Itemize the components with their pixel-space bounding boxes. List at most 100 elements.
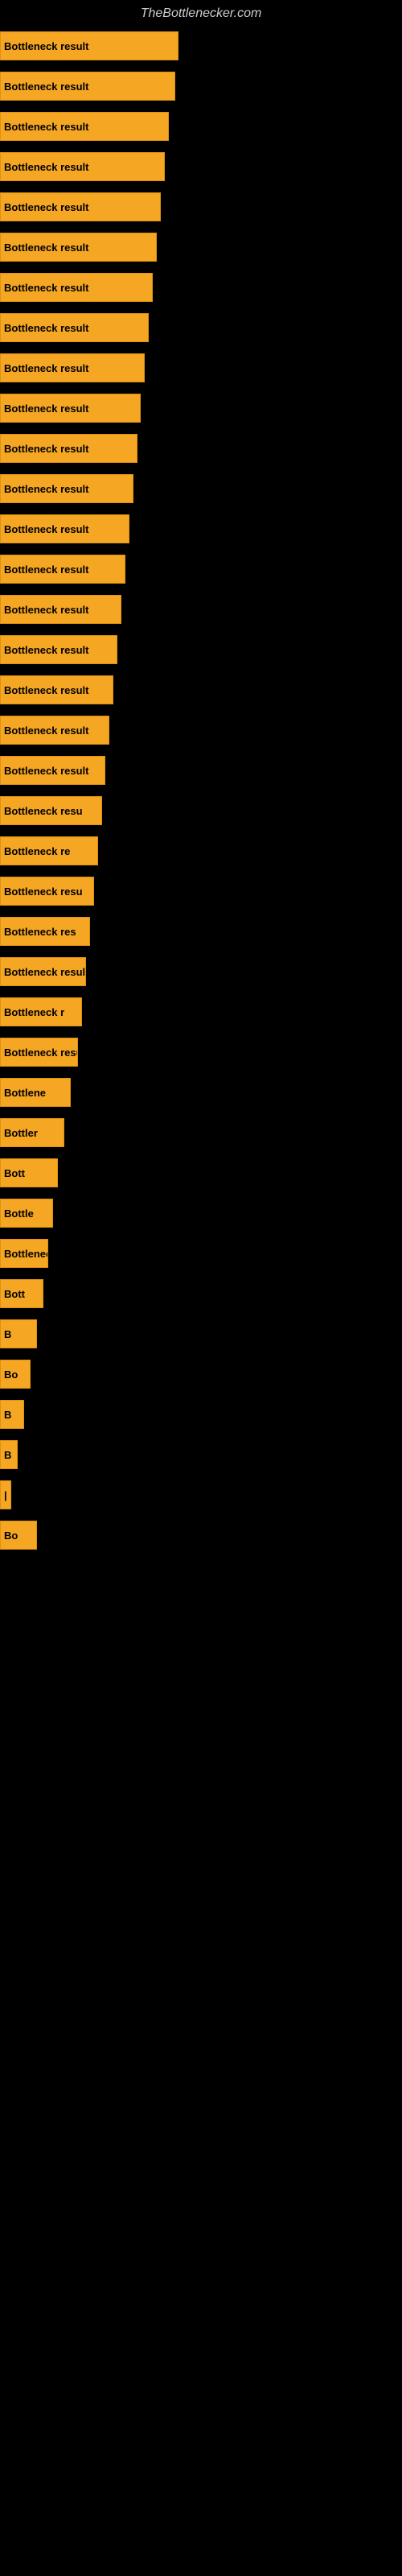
bottleneck-bar-7[interactable]: Bottleneck result <box>0 313 149 342</box>
bars-container: Bottleneck result Bottleneck result Bottle… <box>0 27 402 1554</box>
bar-label-11: Bottleneck result <box>4 483 88 495</box>
bar-label-22: Bottleneck res <box>4 926 76 938</box>
bottleneck-bar-31[interactable]: Bott <box>0 1279 43 1308</box>
bottleneck-bar-24[interactable]: Bottleneck r <box>0 997 82 1026</box>
bar-row-0: Bottleneck result <box>0 27 402 64</box>
bottleneck-bar-33[interactable]: Bo <box>0 1360 31 1389</box>
bar-label-37: Bo <box>4 1530 18 1542</box>
bar-row-37: Bo <box>0 1517 402 1554</box>
bar-label-10: Bottleneck result <box>4 443 88 455</box>
bar-label-21: Bottleneck resu <box>4 886 83 898</box>
bar-row-16: Bottleneck result <box>0 671 402 708</box>
bottleneck-bar-20[interactable]: Bottleneck re <box>0 836 98 865</box>
bar-label-19: Bottleneck resu <box>4 805 83 817</box>
bottleneck-bar-10[interactable]: Bottleneck result <box>0 434 137 463</box>
bottleneck-bar-36[interactable]: | <box>0 1480 11 1509</box>
bar-label-7: Bottleneck result <box>4 322 88 334</box>
bottleneck-bar-30[interactable]: Bottlenec <box>0 1239 48 1268</box>
bar-row-34: B <box>0 1396 402 1433</box>
bottleneck-bar-26[interactable]: Bottlene <box>0 1078 71 1107</box>
bar-label-29: Bottle <box>4 1208 34 1220</box>
bar-label-27: Bottler <box>4 1127 38 1139</box>
bar-label-9: Bottleneck result <box>4 402 88 415</box>
bar-row-1: Bottleneck result <box>0 68 402 105</box>
bar-row-30: Bottlenec <box>0 1235 402 1272</box>
bar-row-4: Bottleneck result <box>0 188 402 225</box>
bottleneck-bar-29[interactable]: Bottle <box>0 1199 53 1228</box>
bottleneck-bar-3[interactable]: Bottleneck result <box>0 152 165 181</box>
bar-label-15: Bottleneck result <box>4 644 88 656</box>
bottleneck-bar-22[interactable]: Bottleneck res <box>0 917 90 946</box>
bar-row-23: Bottleneck result <box>0 953 402 990</box>
bar-label-33: Bo <box>4 1368 18 1381</box>
bar-label-0: Bottleneck result <box>4 40 88 52</box>
bar-row-13: Bottleneck result <box>0 551 402 588</box>
bar-row-31: Bott <box>0 1275 402 1312</box>
bar-label-34: B <box>4 1409 11 1421</box>
bar-row-9: Bottleneck result <box>0 390 402 427</box>
bar-row-26: Bottlene <box>0 1074 402 1111</box>
bar-row-35: B <box>0 1436 402 1473</box>
bar-label-24: Bottleneck r <box>4 1006 64 1018</box>
bar-row-25: Bottleneck resu <box>0 1034 402 1071</box>
bar-row-2: Bottleneck result <box>0 108 402 145</box>
bar-row-21: Bottleneck resu <box>0 873 402 910</box>
bar-label-12: Bottleneck result <box>4 523 88 535</box>
bottleneck-bar-18[interactable]: Bottleneck result <box>0 756 105 785</box>
bar-label-28: Bott <box>4 1167 25 1179</box>
bottleneck-bar-2[interactable]: Bottleneck result <box>0 112 169 141</box>
bottleneck-bar-25[interactable]: Bottleneck resu <box>0 1038 78 1067</box>
bar-row-32: B <box>0 1315 402 1352</box>
bar-row-7: Bottleneck result <box>0 309 402 346</box>
bar-row-3: Bottleneck result <box>0 148 402 185</box>
bar-row-5: Bottleneck result <box>0 229 402 266</box>
bar-label-35: B <box>4 1449 11 1461</box>
bar-label-13: Bottleneck result <box>4 564 88 576</box>
bar-label-23: Bottleneck result <box>4 966 86 978</box>
bar-row-10: Bottleneck result <box>0 430 402 467</box>
bar-row-15: Bottleneck result <box>0 631 402 668</box>
bottleneck-bar-23[interactable]: Bottleneck result <box>0 957 86 986</box>
bar-label-2: Bottleneck result <box>4 121 88 133</box>
bar-row-18: Bottleneck result <box>0 752 402 789</box>
bar-label-36: | <box>4 1489 7 1501</box>
bottleneck-bar-17[interactable]: Bottleneck result <box>0 716 109 745</box>
bar-row-33: Bo <box>0 1356 402 1393</box>
bottleneck-bar-13[interactable]: Bottleneck result <box>0 555 125 584</box>
bottleneck-bar-28[interactable]: Bott <box>0 1158 58 1187</box>
bar-label-4: Bottleneck result <box>4 201 88 213</box>
bottleneck-bar-21[interactable]: Bottleneck resu <box>0 877 94 906</box>
bar-row-29: Bottle <box>0 1195 402 1232</box>
bottleneck-bar-16[interactable]: Bottleneck result <box>0 675 113 704</box>
bar-label-18: Bottleneck result <box>4 765 88 777</box>
bottleneck-bar-34[interactable]: B <box>0 1400 24 1429</box>
bottleneck-bar-4[interactable]: Bottleneck result <box>0 192 161 221</box>
bottleneck-bar-8[interactable]: Bottleneck result <box>0 353 145 382</box>
bottleneck-bar-14[interactable]: Bottleneck result <box>0 595 121 624</box>
bottleneck-bar-19[interactable]: Bottleneck resu <box>0 796 102 825</box>
bottleneck-bar-32[interactable]: B <box>0 1319 37 1348</box>
bottleneck-bar-15[interactable]: Bottleneck result <box>0 635 117 664</box>
bottleneck-bar-5[interactable]: Bottleneck result <box>0 233 157 262</box>
bar-label-31: Bott <box>4 1288 25 1300</box>
bottleneck-bar-35[interactable]: B <box>0 1440 18 1469</box>
bottleneck-bar-0[interactable]: Bottleneck result <box>0 31 178 60</box>
bar-label-32: B <box>4 1328 11 1340</box>
bar-row-8: Bottleneck result <box>0 349 402 386</box>
bar-label-14: Bottleneck result <box>4 604 88 616</box>
bar-row-19: Bottleneck resu <box>0 792 402 829</box>
bottleneck-bar-11[interactable]: Bottleneck result <box>0 474 133 503</box>
bar-row-14: Bottleneck result <box>0 591 402 628</box>
bar-label-6: Bottleneck result <box>4 282 88 294</box>
bottleneck-bar-6[interactable]: Bottleneck result <box>0 273 153 302</box>
bar-row-22: Bottleneck res <box>0 913 402 950</box>
bar-row-17: Bottleneck result <box>0 712 402 749</box>
bottleneck-bar-1[interactable]: Bottleneck result <box>0 72 175 101</box>
bottleneck-bar-9[interactable]: Bottleneck result <box>0 394 141 423</box>
bottleneck-bar-37[interactable]: Bo <box>0 1521 37 1550</box>
bar-row-28: Bott <box>0 1154 402 1191</box>
bottleneck-bar-12[interactable]: Bottleneck result <box>0 514 129 543</box>
bar-row-36: | <box>0 1476 402 1513</box>
bar-label-17: Bottleneck result <box>4 724 88 737</box>
bottleneck-bar-27[interactable]: Bottler <box>0 1118 64 1147</box>
